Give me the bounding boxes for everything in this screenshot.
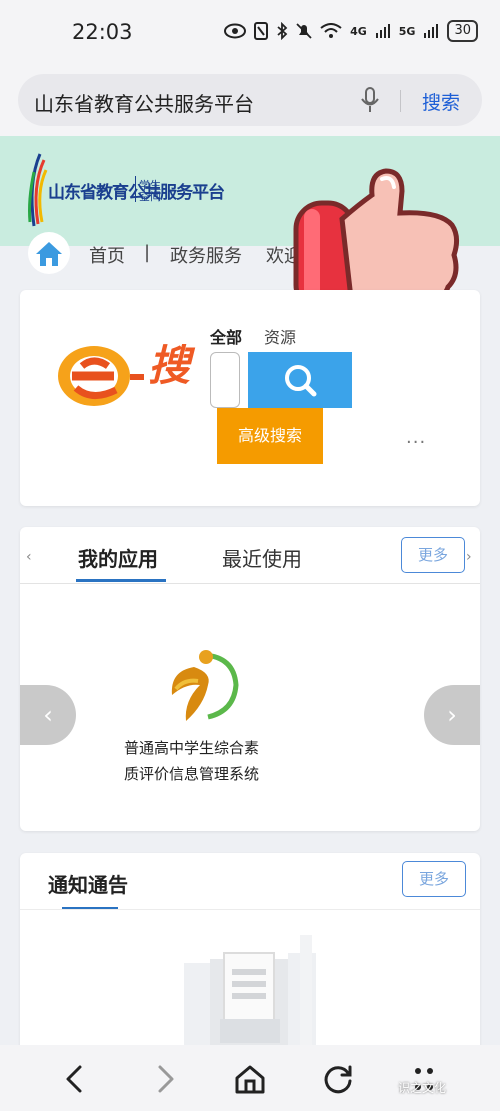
address-text[interactable]: 山东省教育公共服务平台 [34, 88, 254, 117]
refresh-icon[interactable] [318, 1059, 358, 1099]
apps-divider [20, 583, 480, 584]
tab-my-apps[interactable]: 我的应用 [78, 543, 158, 572]
logo-separator [135, 176, 136, 202]
nav-separator: | [144, 242, 151, 263]
search-button[interactable] [248, 352, 352, 408]
advanced-search-button[interactable]: 高级搜索 [217, 408, 323, 464]
eye-icon [224, 23, 247, 39]
watermark-text: 识之文化 [398, 1081, 447, 1095]
browser-bottom-nav: 识之文化 [0, 1045, 500, 1111]
status-time: 22:03 [72, 20, 133, 44]
search-input[interactable] [210, 352, 240, 408]
signal-bars-icon [375, 24, 390, 38]
tab-scroll-right-icon[interactable]: › [466, 549, 472, 565]
apps-card: ‹ 我的应用 最近使用 更多 › 普通高中学生综合素 质评价信息管理系统 ‹ › [20, 527, 480, 831]
more-options-icon[interactable]: ··· [406, 432, 426, 453]
empty-state-illustration-icon [184, 935, 316, 1053]
carousel-prev-button[interactable]: ‹ [20, 685, 76, 745]
nav-home[interactable]: 首页 [89, 242, 125, 268]
microphone-icon[interactable] [360, 86, 380, 114]
signal-bars-icon-2 [424, 24, 439, 38]
magnifier-icon [285, 365, 317, 397]
notice-divider [20, 909, 480, 910]
battery-level: 30 [447, 20, 478, 42]
status-bar: 22:03 4G 5G 30 [0, 0, 500, 66]
bluetooth-icon [277, 22, 288, 40]
signal-4g: 4G [350, 24, 367, 38]
back-icon[interactable] [56, 1059, 96, 1099]
tab-recent[interactable]: 最近使用 [222, 543, 302, 572]
address-divider [400, 90, 401, 112]
active-tab-indicator [76, 579, 166, 582]
home-icon[interactable] [28, 232, 70, 274]
status-icons: 4G 5G 30 [224, 20, 478, 42]
notice-title: 通知通告 [48, 873, 128, 897]
search-card: 搜 全部 资源 高级搜索 ··· [20, 290, 480, 506]
e-search-logo-text: 搜 [148, 341, 191, 390]
app-name-line1[interactable]: 普通高中学生综合素 [124, 737, 259, 758]
app-name-line2[interactable]: 质评价信息管理系统 [124, 763, 259, 784]
platform-logo-icon [28, 153, 48, 227]
signal-5g: 5G [398, 24, 416, 38]
platform-logo-text: 山东省教育公共服务平台 [48, 183, 225, 203]
tab-scroll-left-icon[interactable]: ‹ [26, 549, 32, 565]
notice-card: 通知通告 更多 [20, 853, 480, 1053]
quality-evaluation-app-icon[interactable] [164, 645, 240, 729]
address-bar[interactable]: 山东省教育公共服务平台 搜索 [18, 74, 482, 126]
wifi-icon [320, 23, 342, 38]
notice-more-button[interactable]: 更多 [402, 861, 466, 897]
nfc-icon [254, 22, 269, 40]
carousel-next-button[interactable]: › [424, 685, 480, 745]
browser-bar: 山东省教育公共服务平台 搜索 [0, 66, 500, 136]
logo-subtitle: 学生空间 [139, 179, 161, 203]
mute-bell-icon [296, 23, 312, 39]
home-nav-icon[interactable] [230, 1059, 270, 1099]
nav-gov-services[interactable]: 政务服务 [170, 242, 242, 268]
browser-search-button[interactable]: 搜索 [422, 88, 460, 115]
search-tab-all[interactable]: 全部 [210, 324, 242, 348]
apps-more-button[interactable]: 更多 [401, 537, 465, 573]
forward-icon[interactable] [144, 1059, 184, 1099]
search-tab-resources[interactable]: 资源 [264, 324, 296, 348]
